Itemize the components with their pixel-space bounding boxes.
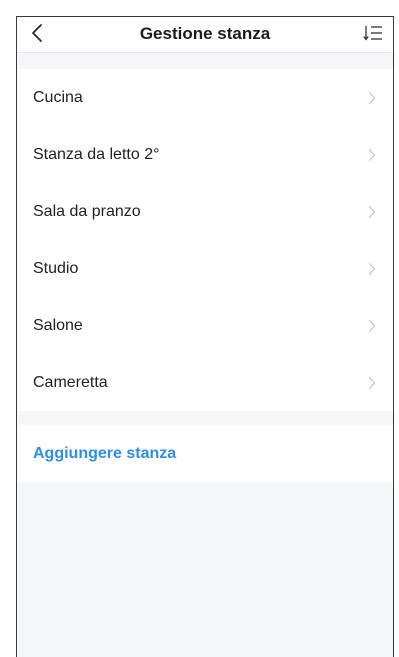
chevron-right-icon — [367, 262, 377, 276]
chevron-right-icon — [367, 376, 377, 390]
room-list: Cucina Stanza da letto 2° Sala da pranzo St… — [17, 69, 393, 411]
room-name: Salone — [33, 316, 83, 334]
list-item[interactable]: Studio — [17, 240, 393, 297]
list-item[interactable]: Cameretta — [17, 354, 393, 411]
chevron-right-icon — [367, 205, 377, 219]
room-name: Stanza da letto 2° — [33, 145, 160, 163]
list-item[interactable]: Stanza da letto 2° — [17, 126, 393, 183]
add-room-button[interactable]: Aggiungere stanza — [17, 425, 393, 482]
add-room-label: Aggiungere stanza — [33, 444, 177, 462]
sort-list-icon — [363, 24, 383, 47]
phone-screen: Gestione stanza Cucina Stanza da letto 2°… — [16, 16, 394, 657]
navigation-bar: Gestione stanza — [17, 17, 393, 53]
list-item[interactable]: Cucina — [17, 69, 393, 126]
chevron-right-icon — [367, 91, 377, 105]
list-item[interactable]: Salone — [17, 297, 393, 354]
sort-button[interactable] — [359, 21, 387, 49]
page-title: Gestione stanza — [139, 24, 271, 43]
room-name: Cameretta — [33, 373, 108, 391]
room-name: Sala da pranzo — [33, 202, 141, 220]
room-name: Cucina — [33, 88, 83, 106]
chevron-right-icon — [367, 319, 377, 333]
list-item[interactable]: Sala da pranzo — [17, 183, 393, 240]
section-spacer — [17, 53, 393, 69]
chevron-right-icon — [367, 148, 377, 162]
room-name: Studio — [33, 259, 79, 277]
